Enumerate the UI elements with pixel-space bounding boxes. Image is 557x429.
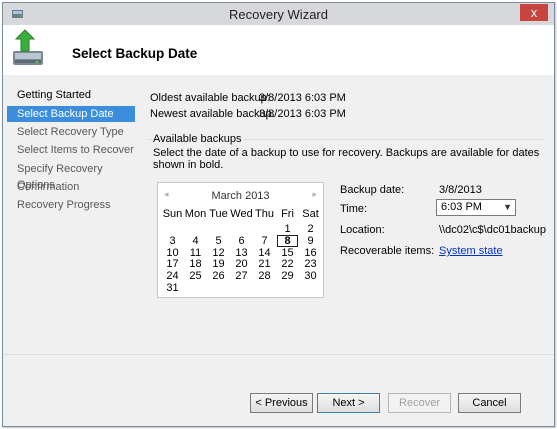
- calendar-day-12[interactable]: 12: [207, 247, 230, 259]
- recoverable-items-label: Recoverable items:: [340, 245, 435, 257]
- newest-backup-label: Newest available backup:: [150, 108, 275, 120]
- backup-date-label: Backup date:: [340, 184, 405, 196]
- backup-calendar: ◂ March 2013 ▸ Sun Mon Tue Wed Thu Fri Sat 1 2 3 4…: [157, 182, 324, 298]
- sidebar-item-select-recovery-type[interactable]: Select Recovery Type: [7, 124, 135, 140]
- previous-button[interactable]: < Previous: [250, 393, 313, 413]
- sidebar-item-select-backup-date[interactable]: Select Backup Date: [7, 106, 135, 122]
- calendar-day-2[interactable]: 2: [299, 223, 322, 235]
- calendar-day-15[interactable]: 15: [276, 247, 299, 259]
- wizard-content: Oldest available backup: 3/8/2013 6:03 P…: [140, 75, 554, 354]
- cancel-button[interactable]: Cancel: [458, 393, 521, 413]
- calendar-day-10[interactable]: 10: [161, 247, 184, 259]
- calendar-dow-mon: Mon: [184, 208, 207, 220]
- calendar-day-26[interactable]: 26: [207, 270, 230, 282]
- available-backups-group-label: Available backups: [153, 133, 245, 145]
- location-value: \\dc02\c$\dc01backup: [439, 224, 547, 236]
- close-icon: x: [530, 5, 538, 20]
- time-select-value: 6:03 PM: [441, 201, 482, 213]
- wizard-header: Select Backup Date: [3, 25, 554, 75]
- location-label: Location:: [340, 224, 385, 236]
- calendar-day-19[interactable]: 19: [207, 258, 230, 270]
- calendar-day-14[interactable]: 14: [253, 247, 276, 259]
- calendar-day-7[interactable]: 7: [253, 235, 276, 247]
- calendar-dow-thu: Thu: [255, 208, 274, 220]
- calendar-day-21[interactable]: 21: [253, 258, 276, 270]
- backup-date-value: 3/8/2013: [439, 184, 482, 196]
- sidebar-item-getting-started[interactable]: Getting Started: [7, 87, 135, 103]
- recover-button[interactable]: Recover: [388, 393, 451, 413]
- calendar-day-27[interactable]: 27: [230, 270, 253, 282]
- calendar-dow-tue: Tue: [209, 208, 228, 220]
- backup-restore-icon: [10, 29, 50, 71]
- calendar-day-8[interactable]: 8: [277, 234, 298, 247]
- calendar-day-9[interactable]: 9: [299, 235, 322, 247]
- calendar-day-3[interactable]: 3: [161, 235, 184, 247]
- sidebar-item-confirmation[interactable]: Confirmation: [7, 179, 135, 195]
- calendar-dow-sat: Sat: [302, 208, 319, 220]
- sidebar-item-select-items-to-recover[interactable]: Select Items to Recover: [7, 142, 135, 158]
- calendar-day-13[interactable]: 13: [230, 247, 253, 259]
- time-select[interactable]: 6:03 PM ▼: [436, 199, 516, 216]
- calendar-month-label[interactable]: March 2013: [158, 190, 323, 202]
- calendar-day-20[interactable]: 20: [230, 258, 253, 270]
- sidebar-item-recovery-progress[interactable]: Recovery Progress: [7, 197, 135, 213]
- calendar-day-4[interactable]: 4: [184, 235, 207, 247]
- recovery-wizard-window: Recovery Wizard x Select Backup Date Get…: [2, 2, 555, 427]
- oldest-backup-label: Oldest available backup:: [150, 92, 270, 104]
- calendar-day-11[interactable]: 11: [184, 247, 207, 259]
- calendar-day-30[interactable]: 30: [299, 270, 322, 282]
- backup-instruction-text: Select the date of a backup to use for r…: [153, 147, 540, 171]
- calendar-next-month-button[interactable]: ▸: [312, 189, 317, 200]
- calendar-dow-sun: Sun: [162, 208, 183, 220]
- chevron-down-icon: ▼: [503, 202, 512, 212]
- system-state-link[interactable]: System state: [439, 245, 503, 257]
- calendar-day-16[interactable]: 16: [299, 247, 322, 259]
- page-title: Select Backup Date: [72, 46, 198, 61]
- sidebar-item-specify-recovery-options[interactable]: Specify Recovery Options: [7, 161, 135, 191]
- newest-backup-value: 3/8/2013 6:03 PM: [259, 108, 346, 120]
- calendar-day-6[interactable]: 6: [230, 235, 253, 247]
- calendar-day-17[interactable]: 17: [161, 258, 184, 270]
- calendar-day-29[interactable]: 29: [276, 270, 299, 282]
- calendar-dow-fri: Fri: [281, 208, 294, 220]
- footer-divider: [3, 354, 554, 355]
- title-bar: Recovery Wizard x: [3, 3, 554, 25]
- calendar-day-24[interactable]: 24: [161, 270, 184, 282]
- calendar-day-31[interactable]: 31: [161, 282, 184, 294]
- calendar-day-1[interactable]: 1: [276, 223, 299, 235]
- window-title: Recovery Wizard: [229, 7, 328, 22]
- close-button[interactable]: x: [520, 4, 548, 21]
- next-button[interactable]: Next >: [317, 393, 380, 413]
- calendar-day-23[interactable]: 23: [299, 258, 322, 270]
- calendar-day-25[interactable]: 25: [184, 270, 207, 282]
- calendar-day-18[interactable]: 18: [184, 258, 207, 270]
- calendar-dow-wed: Wed: [230, 208, 253, 220]
- calendar-day-22[interactable]: 22: [276, 258, 299, 270]
- time-label: Time:: [340, 203, 368, 215]
- wizard-steps-nav: Getting Started Select Backup Date Selec…: [3, 75, 139, 354]
- oldest-backup-value: 3/8/2013 6:03 PM: [259, 92, 346, 104]
- calendar-day-5[interactable]: 5: [207, 235, 230, 247]
- calendar-day-28[interactable]: 28: [253, 270, 276, 282]
